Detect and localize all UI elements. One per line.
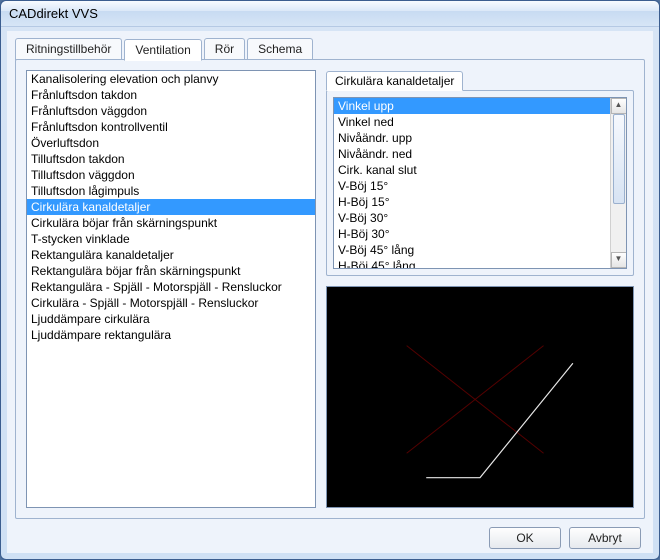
detail-listbox[interactable]: Vinkel uppVinkel nedNivåändr. uppNivåänd… bbox=[333, 97, 627, 269]
detail-item[interactable]: Nivåändr. upp bbox=[334, 130, 610, 146]
detail-tab-wrap: Cirkulära kanaldetaljer Vinkel uppVinkel… bbox=[326, 70, 634, 276]
tab-ror[interactable]: Rör bbox=[204, 38, 245, 60]
dialog-buttons: OK Avbryt bbox=[7, 519, 653, 553]
tab-schema[interactable]: Schema bbox=[247, 38, 313, 60]
category-listbox[interactable]: Kanalisolering elevation och planvyFrånl… bbox=[26, 70, 316, 508]
tab-label: Schema bbox=[258, 42, 302, 56]
category-item[interactable]: Rektangulära kanaldetaljer bbox=[27, 247, 315, 263]
scroll-track[interactable] bbox=[611, 114, 627, 252]
tab-ventilation[interactable]: Ventilation bbox=[124, 39, 201, 61]
window-title: CADdirekt VVS bbox=[9, 6, 98, 21]
detail-item[interactable]: H-Böj 30° bbox=[334, 226, 610, 242]
detail-item[interactable]: V-Böj 45° lång bbox=[334, 242, 610, 258]
category-item[interactable]: Tilluftsdon lågimpuls bbox=[27, 183, 315, 199]
category-item[interactable]: T-stycken vinklade bbox=[27, 231, 315, 247]
scrollbar-vertical[interactable]: ▲ ▼ bbox=[610, 98, 626, 268]
category-item[interactable]: Frånluftsdon takdon bbox=[27, 87, 315, 103]
cancel-button[interactable]: Avbryt bbox=[569, 527, 641, 549]
detail-item[interactable]: H-Böj 15° bbox=[334, 194, 610, 210]
tab-ritningstillbehor[interactable]: Ritningstillbehör bbox=[15, 38, 122, 60]
detail-item[interactable]: Cirk. kanal slut bbox=[334, 162, 610, 178]
detail-item[interactable]: Vinkel ned bbox=[334, 114, 610, 130]
category-item[interactable]: Överluftsdon bbox=[27, 135, 315, 151]
preview-svg bbox=[327, 287, 633, 507]
category-item[interactable]: Ljuddämpare cirkulära bbox=[27, 311, 315, 327]
tab-label: Ventilation bbox=[135, 43, 190, 57]
category-item[interactable]: Cirkulära böjar från skärningspunkt bbox=[27, 215, 315, 231]
detail-item[interactable]: Vinkel upp bbox=[334, 98, 610, 114]
detail-panel: Vinkel uppVinkel nedNivåändr. uppNivåänd… bbox=[326, 90, 634, 276]
category-item[interactable]: Cirkulära - Spjäll - Motorspjäll - Rensl… bbox=[27, 295, 315, 311]
category-item[interactable]: Tilluftsdon takdon bbox=[27, 151, 315, 167]
preview-pane bbox=[326, 286, 634, 508]
right-column: Cirkulära kanaldetaljer Vinkel uppVinkel… bbox=[326, 70, 634, 508]
category-item[interactable]: Frånluftsdon väggdon bbox=[27, 103, 315, 119]
tab-label: Rör bbox=[215, 42, 234, 56]
app-window: CADdirekt VVS Ritningstillbehör Ventilat… bbox=[0, 0, 660, 560]
tab-content-ventilation: Kanalisolering elevation och planvyFrånl… bbox=[15, 59, 645, 519]
category-item[interactable]: Cirkulära kanaldetaljer bbox=[27, 199, 315, 215]
category-item[interactable]: Ljuddämpare rektangulära bbox=[27, 327, 315, 343]
main-tabs: Ritningstillbehör Ventilation Rör Schema bbox=[7, 31, 653, 59]
tab-label: Ritningstillbehör bbox=[26, 42, 111, 56]
detail-item[interactable]: Nivåändr. ned bbox=[334, 146, 610, 162]
category-item[interactable]: Tilluftsdon väggdon bbox=[27, 167, 315, 183]
category-item[interactable]: Frånluftsdon kontrollventil bbox=[27, 119, 315, 135]
category-item[interactable]: Rektangulära - Spjäll - Motorspjäll - Re… bbox=[27, 279, 315, 295]
detail-tab-label: Cirkulära kanaldetaljer bbox=[335, 74, 454, 88]
ok-button[interactable]: OK bbox=[489, 527, 561, 549]
scroll-down-button[interactable]: ▼ bbox=[611, 252, 627, 268]
titlebar[interactable]: CADdirekt VVS bbox=[1, 1, 659, 27]
detail-tab-cirkulara[interactable]: Cirkulära kanaldetaljer bbox=[326, 71, 463, 91]
category-item[interactable]: Rektangulära böjar från skärningspunkt bbox=[27, 263, 315, 279]
category-item[interactable]: Kanalisolering elevation och planvy bbox=[27, 71, 315, 87]
detail-item[interactable]: V-Böj 15° bbox=[334, 178, 610, 194]
scroll-up-button[interactable]: ▲ bbox=[611, 98, 627, 114]
scroll-thumb[interactable] bbox=[613, 114, 625, 204]
client-area: Ritningstillbehör Ventilation Rör Schema… bbox=[7, 31, 653, 553]
detail-tabs: Cirkulära kanaldetaljer bbox=[326, 70, 634, 90]
detail-item[interactable]: V-Böj 30° bbox=[334, 210, 610, 226]
detail-item[interactable]: H-Böj 45° lång bbox=[334, 258, 610, 268]
